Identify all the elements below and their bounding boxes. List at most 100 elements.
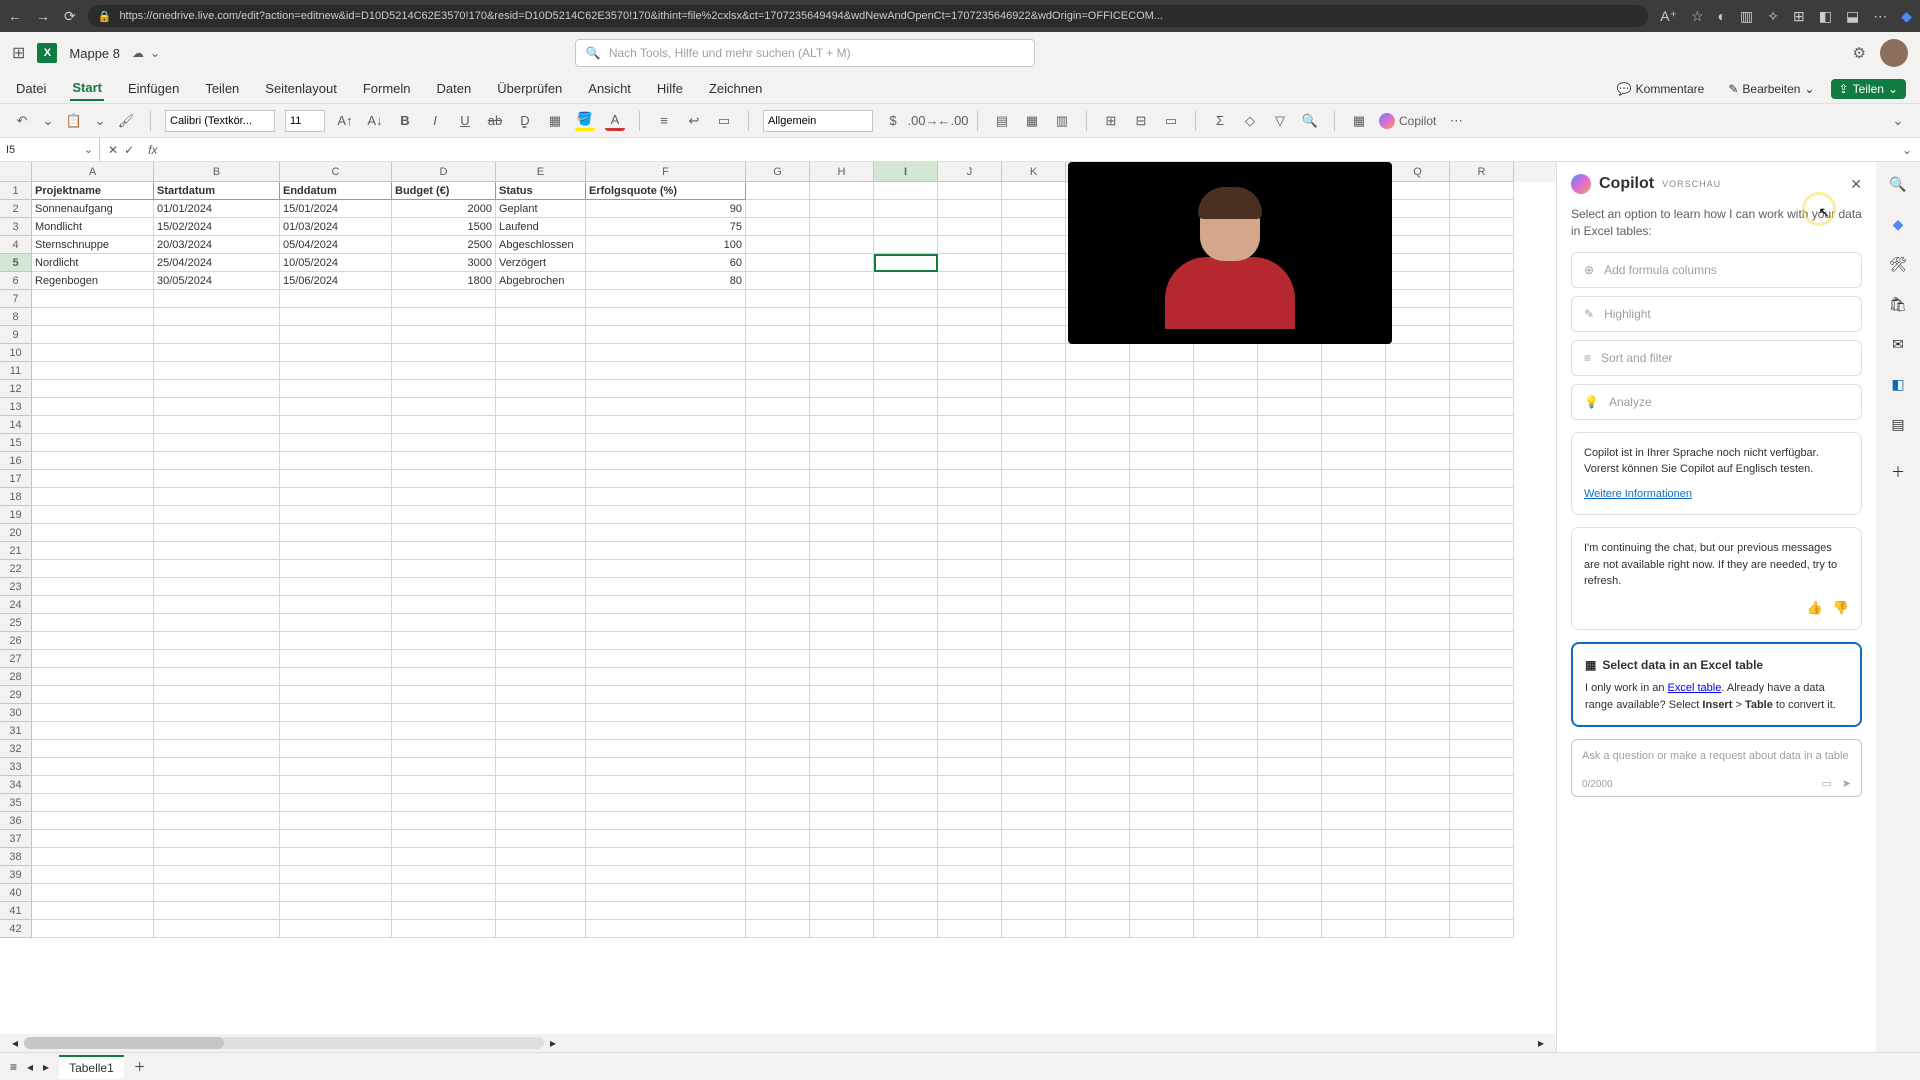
cell-F8[interactable] bbox=[586, 308, 746, 326]
cell-P37[interactable] bbox=[1322, 830, 1386, 848]
cell-B1[interactable]: Startdatum bbox=[154, 182, 280, 200]
cell-K17[interactable] bbox=[1002, 470, 1066, 488]
strike-icon[interactable]: ab bbox=[485, 111, 505, 131]
cell-G13[interactable] bbox=[746, 398, 810, 416]
cell-J33[interactable] bbox=[938, 758, 1002, 776]
cell-E22[interactable] bbox=[496, 560, 586, 578]
italic-icon[interactable]: I bbox=[425, 111, 445, 131]
cell-G6[interactable] bbox=[746, 272, 810, 290]
add-rail-icon[interactable]: ＋ bbox=[1886, 460, 1910, 484]
row-header-36[interactable]: 36 bbox=[0, 812, 32, 830]
row-header-20[interactable]: 20 bbox=[0, 524, 32, 542]
row-header-28[interactable]: 28 bbox=[0, 668, 32, 686]
cell-J16[interactable] bbox=[938, 452, 1002, 470]
cell-B13[interactable] bbox=[154, 398, 280, 416]
cell-H4[interactable] bbox=[810, 236, 874, 254]
cell-H36[interactable] bbox=[810, 812, 874, 830]
collections-icon[interactable]: ✧ bbox=[1767, 8, 1779, 25]
cell-K29[interactable] bbox=[1002, 686, 1066, 704]
cell-E13[interactable] bbox=[496, 398, 586, 416]
cell-E20[interactable] bbox=[496, 524, 586, 542]
cell-I38[interactable] bbox=[874, 848, 938, 866]
cell-E5[interactable]: Verzögert bbox=[496, 254, 586, 272]
row-header-19[interactable]: 19 bbox=[0, 506, 32, 524]
cell-K18[interactable] bbox=[1002, 488, 1066, 506]
favorite-icon[interactable]: ☆ bbox=[1691, 8, 1704, 25]
menu-tab-start[interactable]: Start bbox=[70, 76, 104, 101]
cell-P31[interactable] bbox=[1322, 722, 1386, 740]
row-header-42[interactable]: 42 bbox=[0, 920, 32, 938]
cell-N14[interactable] bbox=[1194, 416, 1258, 434]
cell-A5[interactable]: Nordlicht bbox=[32, 254, 154, 272]
col-header-Q[interactable]: Q bbox=[1386, 162, 1450, 182]
cell-A19[interactable] bbox=[32, 506, 154, 524]
cell-F6[interactable]: 80 bbox=[586, 272, 746, 290]
cell-I34[interactable] bbox=[874, 776, 938, 794]
cell-K32[interactable] bbox=[1002, 740, 1066, 758]
row-header-18[interactable]: 18 bbox=[0, 488, 32, 506]
cell-N11[interactable] bbox=[1194, 362, 1258, 380]
cell-C17[interactable] bbox=[280, 470, 392, 488]
send-icon[interactable]: ➤ bbox=[1842, 777, 1851, 790]
menu-tab-überprüfen[interactable]: Überprüfen bbox=[495, 77, 564, 100]
cell-G17[interactable] bbox=[746, 470, 810, 488]
cell-E9[interactable] bbox=[496, 326, 586, 344]
cell-A42[interactable] bbox=[32, 920, 154, 938]
undo-icon[interactable]: ↶ bbox=[12, 111, 32, 131]
cell-A4[interactable]: Sternschnuppe bbox=[32, 236, 154, 254]
cell-O16[interactable] bbox=[1258, 452, 1322, 470]
row-header-5[interactable]: 5 bbox=[0, 254, 32, 272]
paste-chevron-icon[interactable]: ⌄ bbox=[90, 111, 110, 131]
cell-D41[interactable] bbox=[392, 902, 496, 920]
cell-A2[interactable]: Sonnenaufgang bbox=[32, 200, 154, 218]
cell-D33[interactable] bbox=[392, 758, 496, 776]
cell-I13[interactable] bbox=[874, 398, 938, 416]
format-cells-icon[interactable]: ▭ bbox=[1161, 111, 1181, 131]
cell-B9[interactable] bbox=[154, 326, 280, 344]
cell-K9[interactable] bbox=[1002, 326, 1066, 344]
cell-P13[interactable] bbox=[1322, 398, 1386, 416]
cell-H26[interactable] bbox=[810, 632, 874, 650]
cell-B2[interactable]: 01/01/2024 bbox=[154, 200, 280, 218]
cell-J24[interactable] bbox=[938, 596, 1002, 614]
cell-B15[interactable] bbox=[154, 434, 280, 452]
cell-G19[interactable] bbox=[746, 506, 810, 524]
cell-P22[interactable] bbox=[1322, 560, 1386, 578]
cell-O26[interactable] bbox=[1258, 632, 1322, 650]
merge-icon[interactable]: ▭ bbox=[714, 111, 734, 131]
fx-icon[interactable]: fx bbox=[142, 143, 163, 157]
cell-B31[interactable] bbox=[154, 722, 280, 740]
cell-J34[interactable] bbox=[938, 776, 1002, 794]
cell-H23[interactable] bbox=[810, 578, 874, 596]
cell-M20[interactable] bbox=[1130, 524, 1194, 542]
cell-F1[interactable]: Erfolgsquote (%) bbox=[586, 182, 746, 200]
cell-L21[interactable] bbox=[1066, 542, 1130, 560]
row-header-35[interactable]: 35 bbox=[0, 794, 32, 812]
cell-Q38[interactable] bbox=[1386, 848, 1450, 866]
cell-A26[interactable] bbox=[32, 632, 154, 650]
cell-D20[interactable] bbox=[392, 524, 496, 542]
cell-I27[interactable] bbox=[874, 650, 938, 668]
cell-D14[interactable] bbox=[392, 416, 496, 434]
cell-B14[interactable] bbox=[154, 416, 280, 434]
name-box[interactable]: I5 ⌄ bbox=[0, 138, 100, 161]
cell-A16[interactable] bbox=[32, 452, 154, 470]
cell-J13[interactable] bbox=[938, 398, 1002, 416]
cell-I7[interactable] bbox=[874, 290, 938, 308]
cell-R42[interactable] bbox=[1450, 920, 1514, 938]
bold-icon[interactable]: B bbox=[395, 111, 415, 131]
select-all-corner[interactable] bbox=[0, 162, 32, 182]
cell-E1[interactable]: Status bbox=[496, 182, 586, 200]
cell-D1[interactable]: Budget (€) bbox=[392, 182, 496, 200]
cell-R8[interactable] bbox=[1450, 308, 1514, 326]
cell-J25[interactable] bbox=[938, 614, 1002, 632]
row-header-33[interactable]: 33 bbox=[0, 758, 32, 776]
cell-N42[interactable] bbox=[1194, 920, 1258, 938]
cell-R6[interactable] bbox=[1450, 272, 1514, 290]
cell-R32[interactable] bbox=[1450, 740, 1514, 758]
cell-I17[interactable] bbox=[874, 470, 938, 488]
cell-M30[interactable] bbox=[1130, 704, 1194, 722]
cell-K14[interactable] bbox=[1002, 416, 1066, 434]
cell-I29[interactable] bbox=[874, 686, 938, 704]
cell-J19[interactable] bbox=[938, 506, 1002, 524]
